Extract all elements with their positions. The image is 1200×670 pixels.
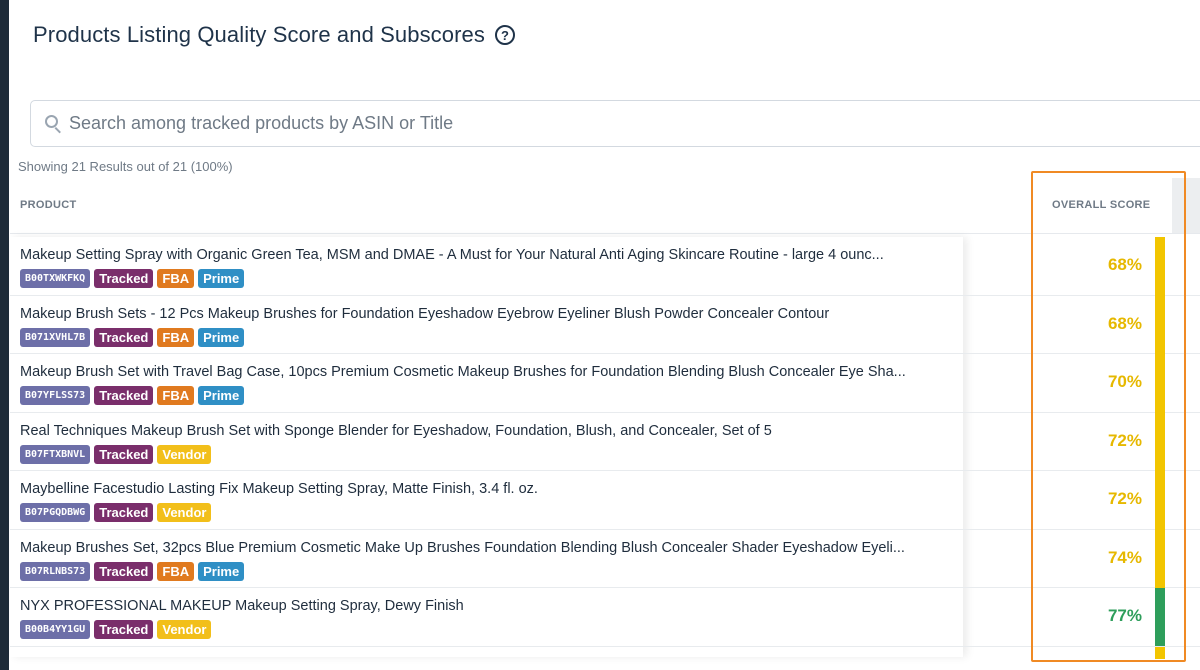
asin-badge[interactable]: B00B4YY1GU bbox=[20, 620, 91, 639]
overall-score-value: 68% bbox=[1107, 255, 1142, 274]
product-title[interactable]: Makeup Brush Set with Travel Bag Case, 1… bbox=[20, 364, 950, 380]
score-indicator-bar bbox=[1155, 646, 1165, 659]
search-box[interactable] bbox=[30, 100, 1200, 147]
score-indicator-bar bbox=[1155, 237, 1165, 296]
overall-score-value: 72% bbox=[1107, 430, 1142, 450]
prime-badge: Prime bbox=[198, 269, 245, 288]
score-indicator-bar bbox=[1155, 412, 1165, 471]
tracked-badge: Tracked bbox=[94, 503, 154, 522]
app-sidebar-edge bbox=[0, 0, 9, 670]
product-title[interactable]: Makeup Setting Spray with Organic Green … bbox=[20, 247, 950, 263]
table-row[interactable]: Real Techniques Makeup Brush Set with Sp… bbox=[10, 413, 1200, 471]
asin-badge[interactable]: B07YFLSS73 bbox=[20, 386, 91, 405]
table-row[interactable]: Maybelline Facestudio Lasting Fix Makeup… bbox=[10, 471, 1200, 530]
table-row[interactable]: Makeup Brush Set with Travel Bag Case, 1… bbox=[10, 354, 1200, 413]
score-indicator-bar bbox=[1155, 529, 1165, 588]
vendor-badge: Vendor bbox=[157, 444, 212, 464]
table-row[interactable]: Makeup Brush Sets - 12 Pcs Makeup Brushe… bbox=[10, 296, 1200, 354]
search-input[interactable] bbox=[69, 113, 969, 134]
product-title[interactable]: NYX PROFESSIONAL MAKEUP Makeup Setting S… bbox=[20, 598, 950, 614]
table-row[interactable]: Makeup Setting Spray with Organic Green … bbox=[10, 237, 1200, 296]
product-title[interactable]: Makeup Brush Sets - 12 Pcs Makeup Brushe… bbox=[20, 306, 950, 322]
score-indicator-bar bbox=[1155, 471, 1165, 530]
help-icon[interactable]: ? bbox=[494, 25, 515, 45]
product-title[interactable]: Makeup Brushes Set, 32pcs Blue Premium C… bbox=[20, 540, 950, 556]
table-header: PRODUCT OVERALL SCORE bbox=[10, 178, 1200, 234]
fba-badge: FBA bbox=[157, 327, 195, 347]
tracked-badge: Tracked bbox=[94, 269, 154, 288]
score-indicator-bar bbox=[1155, 295, 1165, 354]
tracked-badge: Tracked bbox=[94, 327, 154, 347]
page-title: Products Listing Quality Score and Subsc… bbox=[33, 22, 485, 47]
tracked-badge: Tracked bbox=[94, 561, 154, 581]
asin-badge[interactable]: B071XVHL7B bbox=[20, 327, 91, 347]
table-row[interactable]: Makeup Brushes Set, 32pcs Blue Premium C… bbox=[10, 530, 1200, 588]
column-header-overall-score[interactable]: OVERALL SCORE bbox=[1052, 199, 1150, 211]
overall-score-value: 68% bbox=[1107, 313, 1142, 333]
tracked-badge: Tracked bbox=[94, 444, 154, 464]
product-title[interactable]: Real Techniques Makeup Brush Set with Sp… bbox=[20, 423, 950, 439]
product-badges: B07PGQDBWG Tracked Vendor bbox=[20, 503, 212, 522]
product-badges: B071XVHL7B Tracked FBA Prime bbox=[20, 327, 245, 347]
fba-badge: FBA bbox=[157, 386, 195, 405]
product-badges: B07RLNBS73 Tracked FBA Prime bbox=[20, 561, 245, 581]
results-summary: Showing 21 Results out of 21 (100%) bbox=[18, 159, 233, 174]
prime-badge: Prime bbox=[198, 327, 245, 347]
tracked-badge: Tracked bbox=[94, 386, 154, 405]
asin-badge[interactable]: B07RLNBS73 bbox=[20, 561, 91, 581]
score-indicator-bar bbox=[1155, 354, 1165, 413]
fba-badge: FBA bbox=[157, 561, 195, 581]
page-header: Products Listing Quality Score and Subsc… bbox=[33, 22, 515, 48]
prime-badge: Prime bbox=[198, 386, 245, 405]
overall-score-value: 74% bbox=[1107, 547, 1142, 567]
product-badges: B00B4YY1GU Tracked Vendor bbox=[20, 620, 212, 639]
table-row[interactable]: NYX PROFESSIONAL MAKEUP Makeup Setting S… bbox=[10, 588, 1200, 647]
header-scrollbar-track bbox=[1172, 178, 1200, 233]
asin-badge[interactable]: B07FTXBNVL bbox=[20, 444, 91, 464]
overall-score-value: 77% bbox=[1107, 606, 1142, 625]
asin-badge[interactable]: B07PGQDBWG bbox=[20, 503, 91, 522]
asin-badge[interactable]: B00TXWKFKQ bbox=[20, 269, 91, 288]
fba-badge: FBA bbox=[157, 269, 195, 288]
tracked-badge: Tracked bbox=[94, 620, 154, 639]
overall-score-value: 70% bbox=[1107, 372, 1142, 391]
product-title[interactable]: Maybelline Facestudio Lasting Fix Makeup… bbox=[20, 481, 950, 497]
column-header-product[interactable]: PRODUCT bbox=[20, 199, 77, 211]
vendor-badge: Vendor bbox=[157, 503, 212, 522]
vendor-badge: Vendor bbox=[157, 620, 212, 639]
product-badges: B07FTXBNVL Tracked Vendor bbox=[20, 444, 212, 464]
product-badges: B00TXWKFKQ Tracked FBA Prime bbox=[20, 269, 245, 288]
product-badges: B07YFLSS73 Tracked FBA Prime bbox=[20, 386, 245, 405]
prime-badge: Prime bbox=[198, 561, 245, 581]
search-icon bbox=[43, 114, 63, 134]
overall-score-value: 72% bbox=[1107, 489, 1142, 508]
score-indicator-bar bbox=[1155, 588, 1165, 646]
